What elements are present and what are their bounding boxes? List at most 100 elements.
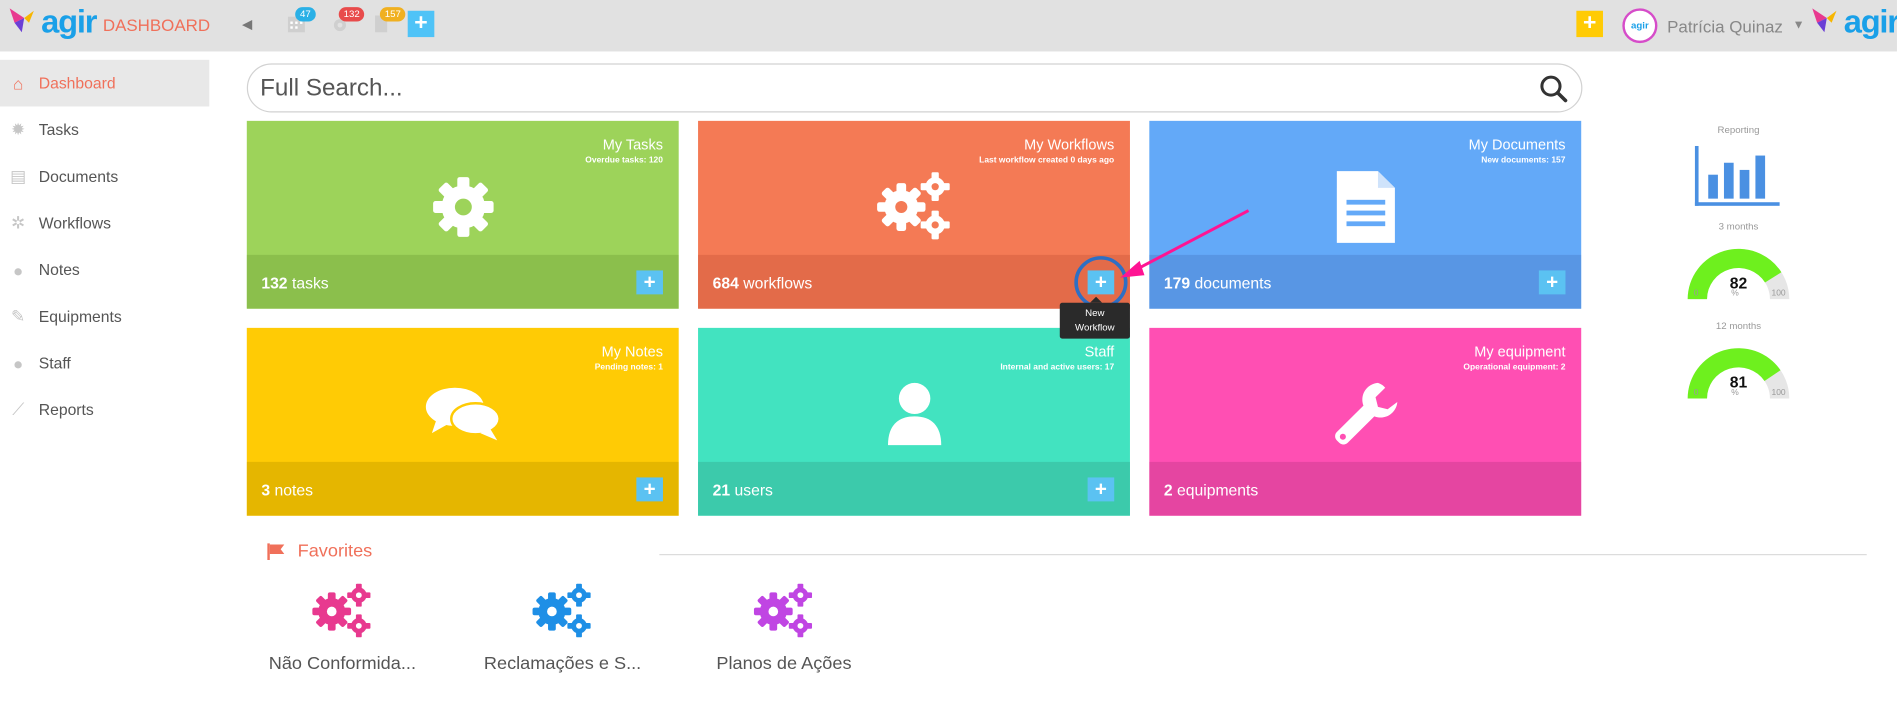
document-icon xyxy=(1319,171,1411,243)
gauge-12-months: 12 months 81 0 % 100 xyxy=(1684,321,1793,406)
sidebar-item-dashboard[interactable]: ⌂ Dashboard xyxy=(0,59,210,107)
workflows-badge: 132 xyxy=(338,7,365,22)
gears-icon xyxy=(532,583,591,638)
card-count-unit: tasks xyxy=(291,274,329,292)
sidebar-item-label: Workflows xyxy=(38,214,111,233)
home-icon: ⌂ xyxy=(13,73,24,93)
bar-chart-icon xyxy=(1694,145,1780,206)
card-footer: 2 equipments xyxy=(1149,461,1582,516)
card-count-unit: users xyxy=(734,481,773,499)
new-workflow-tooltip: New Workflow xyxy=(1059,296,1130,339)
sidebar-item-documents[interactable]: ▤ Documents xyxy=(0,153,209,200)
gauge-min: 0 xyxy=(1693,388,1699,398)
annotation-arrow-icon xyxy=(1120,209,1250,278)
gauge-max: 100 xyxy=(1771,289,1786,298)
page-title: DASHBOARD xyxy=(102,15,211,35)
sidebar-item-label: Documents xyxy=(38,167,119,186)
gears-icon xyxy=(753,583,813,638)
user-icon: ● xyxy=(13,353,24,373)
sidebar-item-label: Equipments xyxy=(38,307,122,326)
app-logo[interactable]: agir xyxy=(7,3,97,41)
quick-add-button[interactable]: + xyxy=(407,10,435,38)
bird-logo-icon xyxy=(9,7,34,32)
sidebar-item-notes[interactable]: ● Notes xyxy=(0,246,209,293)
logo-text: agir xyxy=(1843,3,1897,40)
favorites-heading: Favorites xyxy=(266,541,372,561)
card-title: My Tasks xyxy=(602,136,663,154)
workflows-card[interactable]: My Workflows Last workflow created 0 day… xyxy=(698,120,1130,309)
divider xyxy=(659,554,1867,556)
top-bar: agir DASHBOARD ◀ 47 132 157 + + agir Pat… xyxy=(0,0,1897,52)
sidebar-item-workflows[interactable]: ✲ Workflows xyxy=(0,200,209,247)
card-title: My Notes xyxy=(601,343,663,361)
wrench-icon xyxy=(1319,378,1411,450)
favorite-label: Planos de Ações xyxy=(716,653,852,674)
card-count-unit: workflows xyxy=(743,274,813,292)
new-document-button[interactable]: + xyxy=(1538,270,1566,295)
chat-icon xyxy=(417,378,509,450)
gear-icon xyxy=(417,171,509,243)
user-icon xyxy=(868,378,960,450)
gears-icon xyxy=(868,171,960,243)
favorites-title: Favorites xyxy=(297,540,373,562)
sidebar-item-staff[interactable]: ● Staff xyxy=(0,340,209,387)
card-count: 21 xyxy=(712,481,731,499)
workflows-notify-icon[interactable]: 132 xyxy=(329,7,365,36)
card-subtitle: Operational equipment: 2 xyxy=(1463,363,1566,373)
documents-badge: 157 xyxy=(379,7,406,22)
favorite-label: Não Conformida... xyxy=(268,653,417,674)
document-icon: ▤ xyxy=(10,166,27,186)
avatar: agir xyxy=(1622,8,1658,44)
card-count: 132 xyxy=(261,274,288,292)
card-subtitle: New documents: 157 xyxy=(1481,156,1566,166)
reporting-widget[interactable]: Reporting xyxy=(1684,124,1793,210)
sidebar-item-equipments[interactable]: ✎ Equipments xyxy=(0,293,209,340)
card-count: 3 xyxy=(261,481,271,499)
card-title: My Documents xyxy=(1468,136,1566,154)
card-footer: 684 workflows + xyxy=(698,254,1130,309)
add-button[interactable]: + xyxy=(1576,10,1603,38)
new-task-button[interactable]: + xyxy=(636,270,663,295)
sidebar-item-label: Tasks xyxy=(38,120,79,139)
gauge-max: 100 xyxy=(1771,388,1786,398)
search-icon[interactable] xyxy=(1538,73,1569,104)
card-count-unit: notes xyxy=(274,481,313,499)
user-menu[interactable]: agir Patrícia Quinaz ▼ xyxy=(1622,8,1805,44)
new-user-button[interactable]: + xyxy=(1087,477,1115,502)
brand-logo: agir xyxy=(1810,4,1897,41)
calendar-icon[interactable]: 47 xyxy=(286,7,316,36)
gears-icon: ✲ xyxy=(11,212,26,233)
search-input[interactable] xyxy=(260,71,1519,106)
staff-card[interactable]: Staff Internal and active users: 17 21 u… xyxy=(698,327,1130,516)
gears-icon xyxy=(312,583,371,638)
logo-text: agir xyxy=(41,3,97,40)
card-count-unit: equipments xyxy=(1176,481,1259,499)
search-bar xyxy=(246,63,1583,113)
line-chart-icon: ⟋ xyxy=(12,399,25,419)
chevron-down-icon: ▼ xyxy=(1792,19,1805,33)
tooltip-line: Workflow xyxy=(1075,321,1115,333)
user-name: Patrícia Quinaz xyxy=(1667,16,1783,36)
documents-notify-icon[interactable]: 157 xyxy=(370,7,406,36)
card-subtitle: Overdue tasks: 120 xyxy=(585,156,663,166)
card-title: My Workflows xyxy=(1024,136,1115,154)
favorite-item[interactable]: Reclamações e S... xyxy=(478,582,647,674)
collapse-sidebar-icon[interactable]: ◀ xyxy=(242,17,252,32)
sidebar-item-reports[interactable]: ⟋ Reports xyxy=(0,387,209,434)
sidebar-item-tasks[interactable]: ✹ Tasks xyxy=(0,106,209,153)
flag-icon xyxy=(267,542,285,560)
equipment-card[interactable]: My equipment Operational equipment: 2 2 … xyxy=(1149,327,1582,516)
card-footer: 3 notes + xyxy=(246,461,679,516)
card-title: My equipment xyxy=(1474,343,1566,361)
notes-card[interactable]: My Notes Pending notes: 1 3 notes + xyxy=(246,327,679,516)
card-count: 684 xyxy=(712,274,739,292)
sidebar: ⌂ Dashboard ✹ Tasks ▤ Documents ✲ Workfl… xyxy=(0,59,210,434)
tasks-card[interactable]: My Tasks Overdue tasks: 120 132 tasks + xyxy=(246,120,679,309)
card-title: Staff xyxy=(1084,343,1115,361)
sidebar-item-label: Reports xyxy=(38,400,94,419)
favorite-label: Reclamações e S... xyxy=(483,653,642,674)
favorite-item[interactable]: Planos de Ações xyxy=(699,582,868,674)
favorite-item[interactable]: Não Conformida... xyxy=(258,582,427,674)
card-footer: 132 tasks + xyxy=(246,254,679,309)
new-note-button[interactable]: + xyxy=(636,477,663,502)
